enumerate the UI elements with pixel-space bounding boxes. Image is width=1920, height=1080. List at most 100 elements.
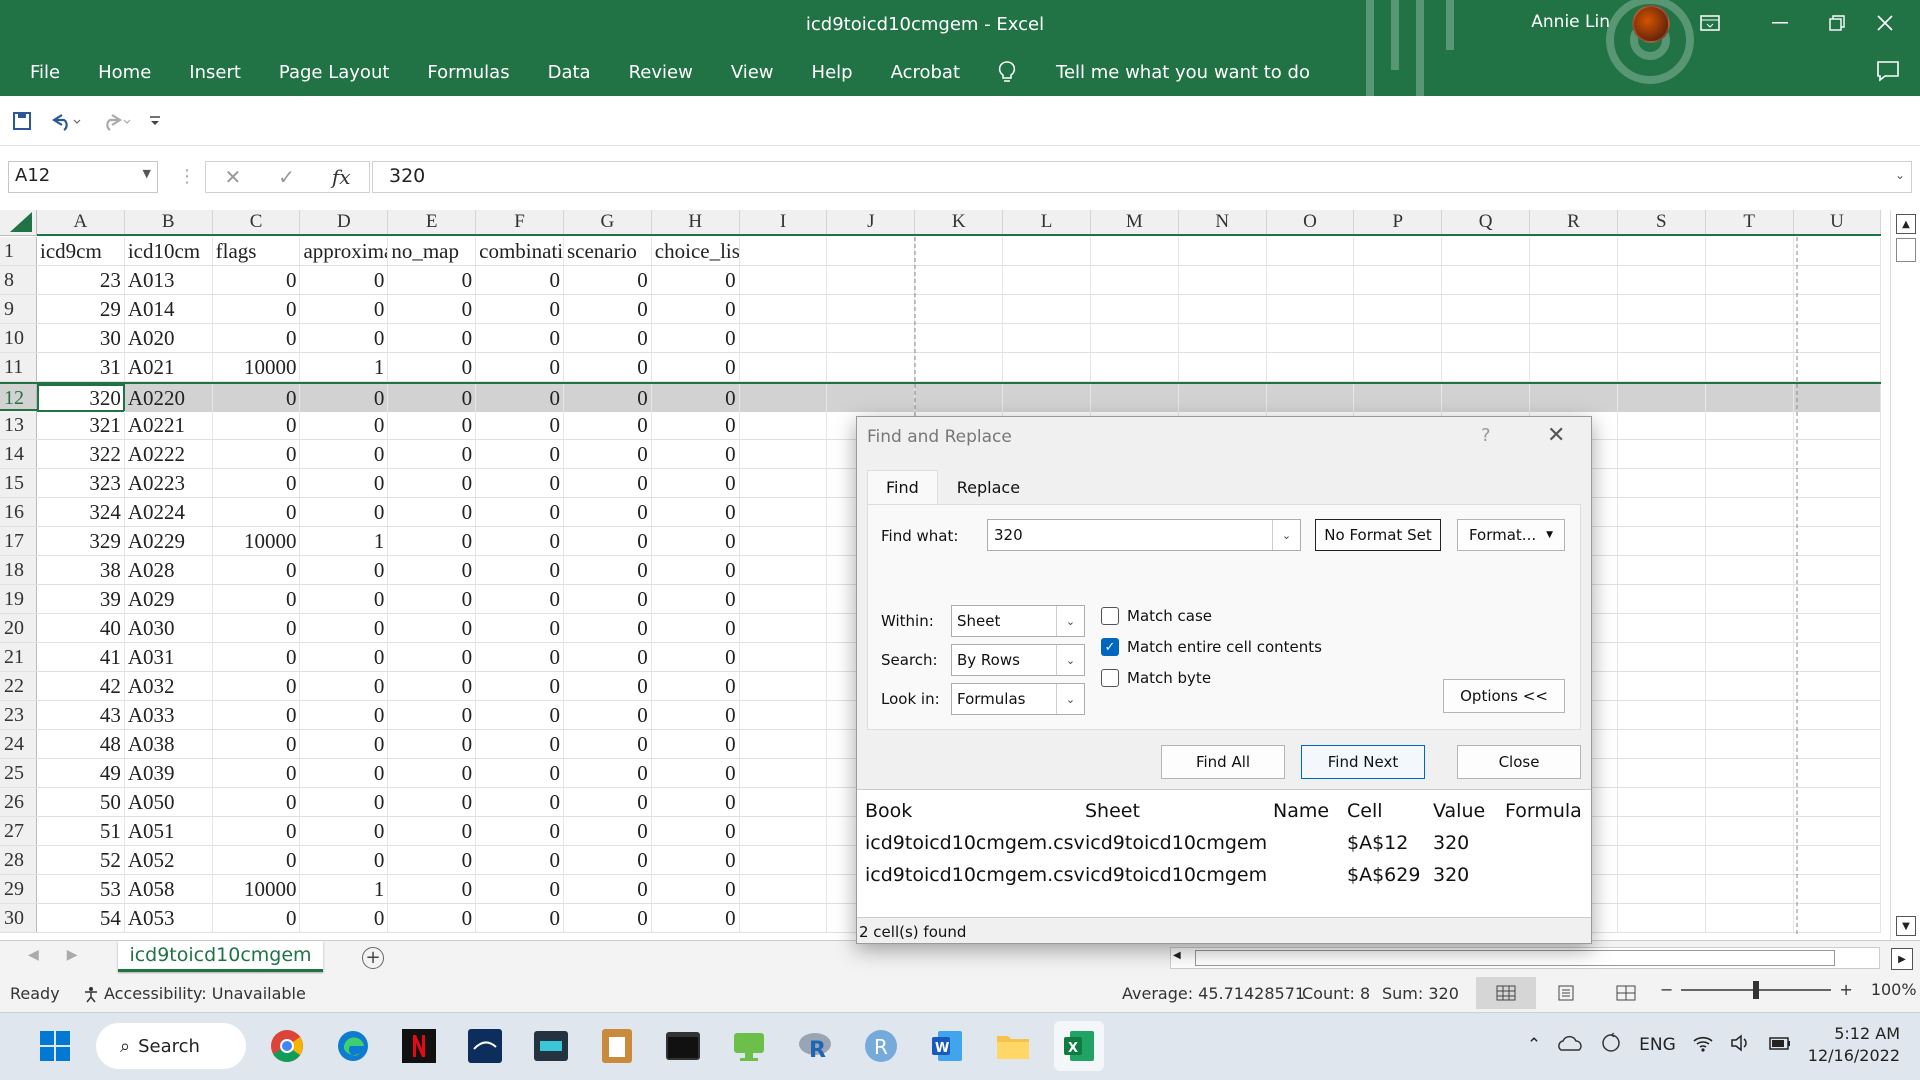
cell-s[interactable] <box>1618 556 1706 584</box>
cell-b[interactable]: A020 <box>125 324 213 352</box>
cell-a[interactable]: 322 <box>37 440 125 468</box>
cell-m[interactable] <box>1091 353 1179 381</box>
vertical-scrollbar[interactable]: ▲ ▼ <box>1890 210 1920 940</box>
cell-u[interactable] <box>1794 295 1882 323</box>
cell-o[interactable] <box>1267 353 1355 381</box>
cell-u[interactable] <box>1794 266 1882 294</box>
cell-m[interactable] <box>1091 266 1179 294</box>
cell-f[interactable]: 0 <box>476 384 564 412</box>
cell-k[interactable] <box>915 266 1004 294</box>
cell-c[interactable]: flags <box>213 237 301 265</box>
scroll-thumb[interactable] <box>1896 238 1916 262</box>
zoom-level[interactable]: 100% <box>1871 980 1917 999</box>
cell-t[interactable] <box>1706 730 1794 758</box>
cell-b[interactable]: A050 <box>125 788 213 816</box>
cell-u[interactable] <box>1794 701 1882 729</box>
cell-h[interactable]: 0 <box>652 614 740 642</box>
cell-g[interactable]: 0 <box>564 411 652 439</box>
cell-g[interactable]: 0 <box>564 585 652 613</box>
cell-b[interactable]: icd10cm <box>125 237 213 265</box>
row-header[interactable]: 8 <box>0 266 37 294</box>
edge-icon[interactable] <box>328 1021 378 1071</box>
row-header[interactable]: 15 <box>0 469 37 497</box>
cell-t[interactable] <box>1706 614 1794 642</box>
cell-f[interactable]: 0 <box>476 295 564 323</box>
cell-i[interactable] <box>740 469 828 497</box>
cell-i[interactable] <box>740 556 828 584</box>
cell-g[interactable]: 0 <box>564 266 652 294</box>
cell-g[interactable]: 0 <box>564 759 652 787</box>
cell-i[interactable] <box>740 730 828 758</box>
cell-h[interactable]: 0 <box>652 875 740 903</box>
cell-u[interactable] <box>1793 384 1882 412</box>
drag-handle-icon[interactable]: ⋮ <box>178 166 196 187</box>
expand-formula-icon[interactable]: ⌄ <box>1895 168 1905 182</box>
formula-input[interactable]: 320 ⌄ <box>372 161 1912 193</box>
cell-e[interactable]: 0 <box>388 384 477 412</box>
cell-h[interactable]: 0 <box>652 556 740 584</box>
cell-c[interactable]: 0 <box>213 411 301 439</box>
cell-h[interactable]: 0 <box>652 527 740 555</box>
cell-k[interactable] <box>915 237 1004 265</box>
cell-e[interactable]: 0 <box>388 817 477 845</box>
cell-j[interactable] <box>827 266 916 294</box>
within-select[interactable]: Sheet ⌄ <box>951 605 1085 637</box>
column-header-k[interactable]: K <box>915 210 1004 234</box>
cell-t[interactable] <box>1706 759 1794 787</box>
cell-i[interactable] <box>739 384 828 412</box>
format-button[interactable]: Format... ▼ <box>1457 519 1565 551</box>
cell-d[interactable]: 0 <box>300 759 389 787</box>
cell-d[interactable]: 0 <box>300 672 389 700</box>
column-header-h[interactable]: H <box>652 210 740 234</box>
cell-h[interactable]: 0 <box>652 817 740 845</box>
row-header[interactable]: 13 <box>0 411 37 439</box>
cell-f[interactable]: 0 <box>476 817 564 845</box>
cell-u[interactable] <box>1794 846 1882 874</box>
cell-s[interactable] <box>1618 324 1706 352</box>
row-header[interactable]: 16 <box>0 498 37 526</box>
cell-t[interactable] <box>1706 295 1794 323</box>
cell-p[interactable] <box>1354 353 1443 381</box>
cell-c[interactable]: 10000 <box>213 527 301 555</box>
cell-t[interactable] <box>1706 817 1794 845</box>
language-indicator[interactable]: ENG <box>1639 1035 1676 1055</box>
cell-c[interactable]: 0 <box>213 556 301 584</box>
search-select[interactable]: By Rows ⌄ <box>951 644 1085 676</box>
cell-q[interactable] <box>1442 384 1531 412</box>
add-sheet-icon[interactable]: + <box>362 947 384 969</box>
cell-c[interactable]: 0 <box>213 295 301 323</box>
find-what-input[interactable]: 320 ⌄ <box>987 519 1301 551</box>
row-header[interactable]: 12 <box>0 384 37 409</box>
word-icon[interactable]: W <box>922 1021 972 1071</box>
cell-n[interactable] <box>1179 324 1267 352</box>
cell-c[interactable]: 0 <box>213 440 301 468</box>
cell-b[interactable]: A0224 <box>125 498 213 526</box>
cell-o[interactable] <box>1266 384 1355 412</box>
cell-l[interactable] <box>1003 324 1091 352</box>
cell-e[interactable]: no_map <box>388 237 477 265</box>
cell-f[interactable]: 0 <box>476 324 564 352</box>
cell-h[interactable]: 0 <box>652 643 740 671</box>
cell-d[interactable]: 0 <box>300 295 389 323</box>
cell-j[interactable] <box>827 353 916 381</box>
row-header[interactable]: 23 <box>0 701 37 729</box>
cell-c[interactable]: 0 <box>213 846 301 874</box>
cell-s[interactable] <box>1618 643 1706 671</box>
cell-t[interactable] <box>1706 875 1794 903</box>
column-header-g[interactable]: G <box>564 210 652 234</box>
cell-e[interactable]: 0 <box>388 324 477 352</box>
cell-a[interactable]: 43 <box>37 701 125 729</box>
cell-b[interactable]: A0220 <box>124 384 213 412</box>
cell-b[interactable]: A013 <box>125 266 213 294</box>
cell-d[interactable]: 0 <box>300 556 389 584</box>
row-header[interactable]: 24 <box>0 730 37 758</box>
cell-i[interactable] <box>740 875 828 903</box>
cell-q[interactable] <box>1442 324 1531 352</box>
row-header[interactable]: 30 <box>0 904 37 932</box>
cell-h[interactable]: 0 <box>652 672 740 700</box>
normal-view-icon[interactable] <box>1476 977 1536 1009</box>
cell-s[interactable] <box>1618 498 1706 526</box>
column-header-p[interactable]: P <box>1354 210 1443 234</box>
cell-d[interactable]: approxima <box>300 237 389 265</box>
cell-f[interactable]: 0 <box>476 353 564 381</box>
